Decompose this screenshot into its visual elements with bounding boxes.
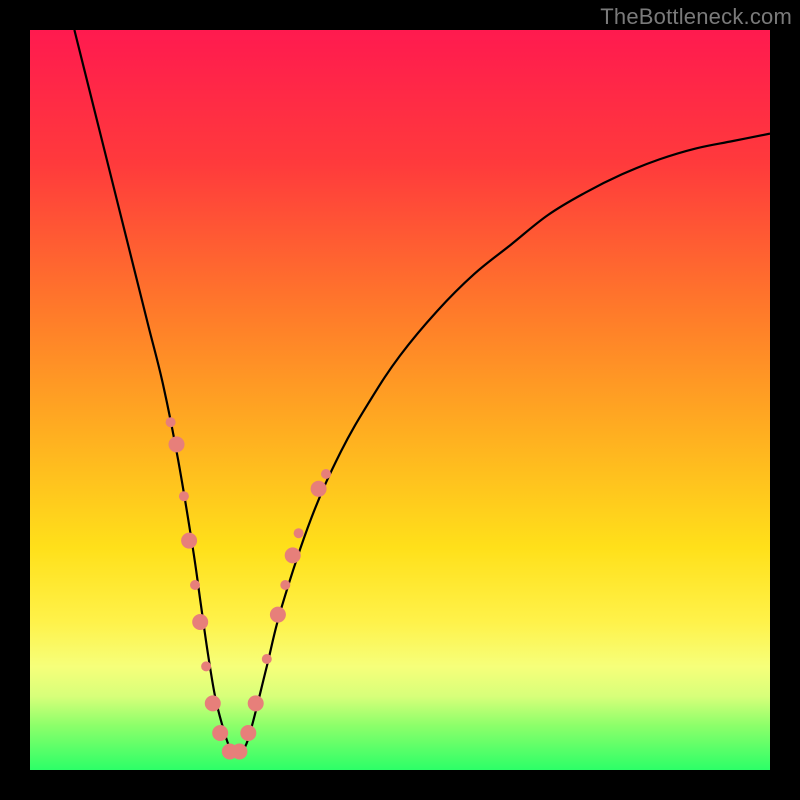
marker-dot [240,725,256,741]
gradient-background [30,30,770,770]
marker-dot [190,580,200,590]
chart-frame: TheBottleneck.com [0,0,800,800]
marker-dot [294,528,304,538]
marker-dot [192,614,208,630]
marker-dot [169,436,185,452]
marker-dot [166,417,176,427]
marker-dot [285,547,301,563]
marker-dot [321,469,331,479]
marker-dot [231,744,247,760]
marker-dot [179,491,189,501]
bottleneck-chart [30,30,770,770]
marker-dot [212,725,228,741]
marker-dot [181,533,197,549]
marker-dot [311,481,327,497]
marker-dot [270,607,286,623]
marker-dot [205,695,221,711]
marker-dot [248,695,264,711]
watermark-text: TheBottleneck.com [600,4,792,30]
marker-dot [201,661,211,671]
marker-dot [280,580,290,590]
marker-dot [262,654,272,664]
